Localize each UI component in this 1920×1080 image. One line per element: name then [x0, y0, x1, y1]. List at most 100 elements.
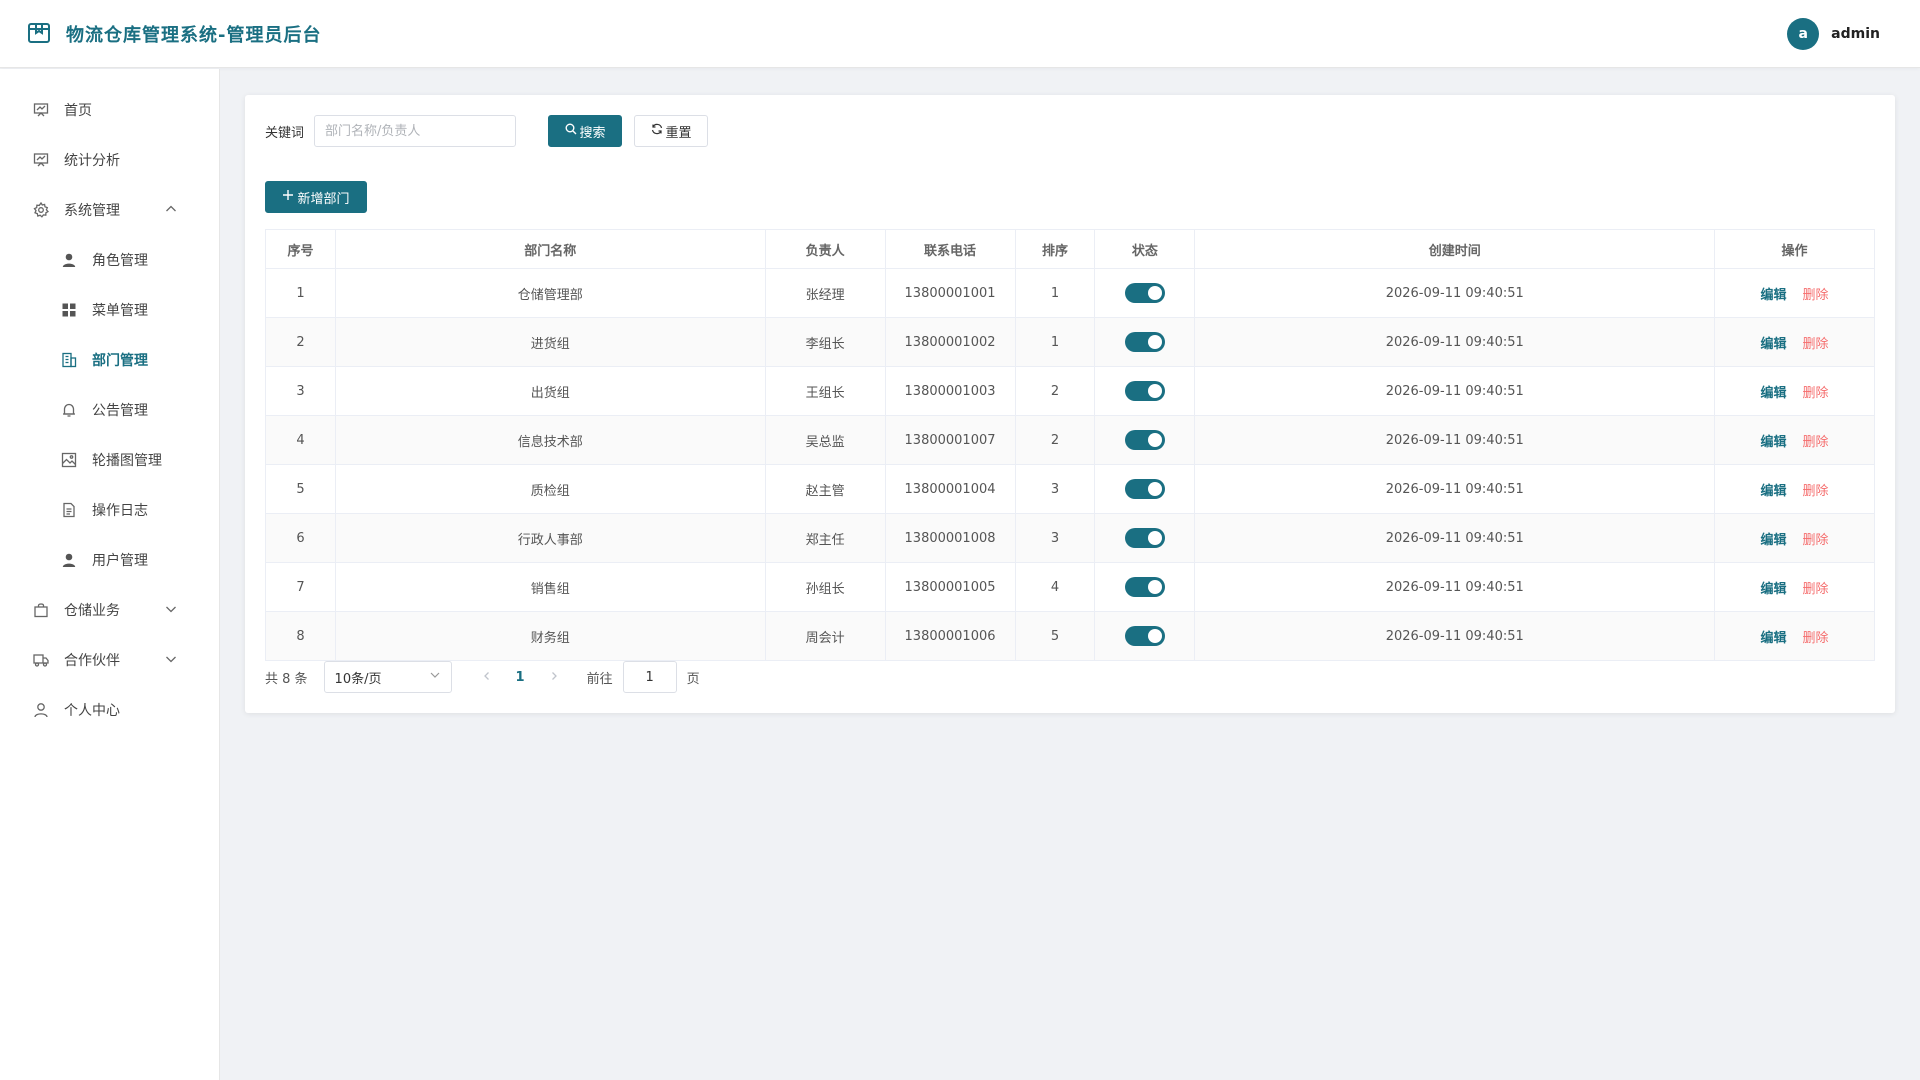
status-toggle[interactable] — [1124, 479, 1165, 499]
cell-phone: 13800001006 — [884, 611, 1016, 661]
cell-actions: 编辑 删除 — [1714, 464, 1875, 514]
delete-link[interactable]: 删除 — [1803, 435, 1829, 450]
cell-status — [1094, 268, 1196, 318]
sidebar-item-label: 仓储业务 — [64, 603, 120, 619]
status-toggle[interactable] — [1124, 283, 1165, 303]
cell-actions: 编辑 删除 — [1714, 415, 1875, 465]
cell-phone: 13800001005 — [884, 562, 1016, 612]
cell-name: 财务组 — [334, 611, 766, 661]
sidebar-item-label: 合作伙伴 — [64, 653, 120, 669]
keyword-input[interactable] — [314, 115, 517, 147]
column-header-index: 序号 — [265, 229, 336, 269]
cell-created: 2026-09-11 09:40:51 — [1194, 611, 1716, 661]
cell-name: 销售组 — [334, 562, 766, 612]
add-department-button[interactable]: 新增部门 — [265, 181, 367, 213]
cell-actions: 编辑 删除 — [1714, 562, 1875, 612]
search-button-label: 搜索 — [579, 125, 606, 141]
cell-name: 仓储管理部 — [334, 268, 766, 318]
column-header-phone: 联系电话 — [884, 229, 1016, 269]
delete-link[interactable]: 删除 — [1803, 288, 1829, 303]
sidebar-item-system[interactable]: 系统管理 — [0, 185, 219, 235]
sidebar-item-label: 菜单管理 — [92, 303, 148, 319]
table-row: 7 销售组 孙组长 13800001005 4 2026-09-11 09:40… — [265, 562, 1875, 612]
delete-link[interactable]: 删除 — [1803, 386, 1829, 401]
page-size-select[interactable]: 10条/页 — [323, 661, 452, 693]
office-building-icon — [60, 351, 78, 369]
edit-link[interactable]: 编辑 — [1761, 484, 1787, 499]
cell-name: 行政人事部 — [334, 513, 766, 563]
cell-index: 4 — [265, 415, 336, 465]
status-toggle[interactable] — [1124, 332, 1165, 352]
cell-actions: 编辑 删除 — [1714, 317, 1875, 367]
cell-status — [1094, 317, 1196, 367]
sidebar-item-log[interactable]: 操作日志 — [0, 485, 219, 535]
edit-link[interactable]: 编辑 — [1761, 386, 1787, 401]
status-toggle[interactable] — [1124, 577, 1165, 597]
cell-phone: 13800001004 — [884, 464, 1016, 514]
page-number-current[interactable]: 1 — [516, 670, 525, 685]
cell-phone: 13800001001 — [884, 268, 1016, 318]
cell-index: 3 — [265, 366, 336, 416]
status-toggle[interactable] — [1124, 626, 1165, 646]
cell-leader: 郑主任 — [764, 513, 886, 563]
cell-actions: 编辑 删除 — [1714, 611, 1875, 661]
search-button[interactable]: 搜索 — [548, 115, 623, 147]
user-icon — [60, 251, 78, 269]
sidebar-item-role[interactable]: 角色管理 — [0, 235, 219, 285]
sidebar-item-carousel[interactable]: 轮播图管理 — [0, 435, 219, 485]
cell-created: 2026-09-11 09:40:51 — [1194, 513, 1716, 563]
edit-link[interactable]: 编辑 — [1761, 288, 1787, 303]
table-row: 3 出货组 王组长 13800001003 2 2026-09-11 09:40… — [265, 366, 1875, 416]
delete-link[interactable]: 删除 — [1803, 631, 1829, 646]
cell-sort: 5 — [1014, 611, 1096, 661]
column-header-name: 部门名称 — [334, 229, 766, 269]
sidebar-item-statistics[interactable]: 统计分析 — [0, 135, 219, 185]
keyword-label: 关键词 — [265, 125, 305, 141]
user-menu[interactable]: a admin — [1787, 17, 1880, 50]
sidebar-item-label: 用户管理 — [92, 553, 148, 569]
sidebar-item-profile[interactable]: 个人中心 — [0, 685, 219, 735]
sidebar-item-department[interactable]: 部门管理 — [0, 335, 219, 385]
delete-link[interactable]: 删除 — [1803, 533, 1829, 548]
sidebar-item-notice[interactable]: 公告管理 — [0, 385, 219, 435]
delete-link[interactable]: 删除 — [1803, 582, 1829, 597]
edit-link[interactable]: 编辑 — [1761, 533, 1787, 548]
sidebar-item-label: 首页 — [64, 103, 92, 119]
sidebar-item-label: 个人中心 — [64, 703, 120, 719]
cell-status — [1094, 513, 1196, 563]
sidebar-item-menu[interactable]: 菜单管理 — [0, 285, 219, 335]
box-logo-icon — [26, 19, 52, 49]
edit-link[interactable]: 编辑 — [1761, 435, 1787, 450]
sidebar-item-home[interactable]: 首页 — [0, 85, 219, 135]
cell-sort: 3 — [1014, 513, 1096, 563]
sidebar-item-partner[interactable]: 合作伙伴 — [0, 635, 219, 685]
status-toggle[interactable] — [1124, 430, 1165, 450]
sidebar-item-warehouse[interactable]: 仓储业务 — [0, 585, 219, 635]
edit-link[interactable]: 编辑 — [1761, 337, 1787, 352]
cell-created: 2026-09-11 09:40:51 — [1194, 562, 1716, 612]
column-header-actions: 操作 — [1714, 229, 1875, 269]
cell-created: 2026-09-11 09:40:51 — [1194, 366, 1716, 416]
column-header-leader: 负责人 — [764, 229, 886, 269]
delete-link[interactable]: 删除 — [1803, 337, 1829, 352]
avatar[interactable]: a — [1787, 17, 1820, 50]
cell-leader: 吴总监 — [764, 415, 886, 465]
sidebar-item-label: 操作日志 — [92, 503, 148, 519]
sidebar-item-user[interactable]: 用户管理 — [0, 535, 219, 585]
table-row: 2 进货组 李组长 13800001002 1 2026-09-11 09:40… — [265, 317, 1875, 367]
status-toggle[interactable] — [1124, 381, 1165, 401]
username[interactable]: admin — [1831, 26, 1880, 42]
next-page-button[interactable] — [549, 670, 559, 685]
cell-status — [1094, 464, 1196, 514]
reset-button[interactable]: 重置 — [634, 115, 709, 147]
cell-phone: 13800001007 — [884, 415, 1016, 465]
cell-status — [1094, 611, 1196, 661]
edit-link[interactable]: 编辑 — [1761, 582, 1787, 597]
edit-link[interactable]: 编辑 — [1761, 631, 1787, 646]
plus-icon — [282, 189, 294, 205]
prev-page-button[interactable] — [482, 670, 492, 685]
delete-link[interactable]: 删除 — [1803, 484, 1829, 499]
goto-page-input[interactable] — [622, 661, 677, 693]
status-toggle[interactable] — [1124, 528, 1165, 548]
cell-index: 8 — [265, 611, 336, 661]
